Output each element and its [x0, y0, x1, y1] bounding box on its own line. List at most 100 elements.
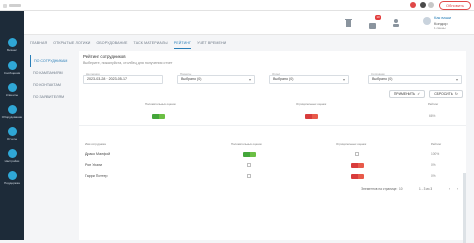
- negative-count-bg: [357, 174, 364, 179]
- projects-select[interactable]: Выбрано (0) ▾: [177, 75, 255, 84]
- negative-empty-box: [355, 152, 359, 156]
- col-header-negative: Отрицательных оценок: [336, 142, 367, 146]
- profile-dot-icon[interactable]: [420, 2, 426, 8]
- summary-rating-value: 66%: [429, 114, 436, 118]
- summary-positive-pill: [152, 114, 165, 119]
- check-icon: ✓: [417, 92, 421, 96]
- pagination-range: 1 - 3 из 3: [419, 187, 433, 191]
- sidebar-item-business[interactable]: Бизнес: [0, 38, 24, 52]
- menu-dot-icon[interactable]: [428, 2, 434, 8]
- summary-negative-pill: [305, 114, 318, 119]
- notifications-button[interactable]: 10: [368, 15, 381, 29]
- summary-positive-header: Положительных оценок: [145, 102, 176, 106]
- chart-icon: [7, 127, 17, 136]
- employee-rating: 0%: [431, 174, 436, 178]
- period-filter[interactable]: На период 2023-03-28 · 2023-05-17: [83, 71, 163, 85]
- employee-rating: 100%: [431, 152, 440, 156]
- sidebar-item-reports[interactable]: Отчеты: [0, 127, 24, 141]
- negative-count-bg: [357, 163, 364, 168]
- user-shift: 1 смены: [434, 26, 446, 30]
- tab-equipment[interactable]: ОБОРУДОВАНИЕ: [96, 41, 127, 49]
- subnav-by-contacts[interactable]: ПО КОНТАКТАМ: [30, 79, 76, 91]
- department-select[interactable]: Выбрано (0) ▾: [269, 75, 349, 84]
- pagination-prev-icon[interactable]: ‹: [449, 187, 450, 191]
- sidebar-item-label: Отчеты: [6, 137, 18, 141]
- sidebar-item-label: Сообщения: [3, 71, 21, 75]
- tab-title-placeholder: [9, 4, 21, 7]
- positive-empty-box: [247, 163, 251, 167]
- col-header-rating: Рейтинг: [431, 142, 442, 146]
- employee-select[interactable]: Выбрано (0) ▾: [368, 75, 462, 84]
- sidebar-item-label: Настройки: [4, 159, 20, 163]
- browser-tab[interactable]: [3, 1, 23, 10]
- settings-icon: [7, 149, 17, 158]
- sidebar-item-label: Клиенты: [5, 93, 19, 97]
- sidebar-item-equipment[interactable]: Оборудование: [0, 105, 24, 119]
- table-row[interactable]: Рон Уизли 0%: [79, 160, 466, 171]
- pagination-next-icon[interactable]: ›: [457, 187, 458, 191]
- reset-button-label: СБРОСИТЬ: [434, 92, 453, 96]
- summary-negative-count-bg: [311, 114, 318, 119]
- per-page-label: Элементов на странице:: [361, 187, 398, 191]
- sidebar-item-label: Поддержка: [4, 181, 20, 185]
- people-icon: [7, 83, 17, 92]
- briefcase-icon: [7, 38, 17, 47]
- sidebar-item-messages[interactable]: Сообщения: [0, 61, 24, 75]
- scrollbar[interactable]: [463, 173, 466, 243]
- positive-count-bg: [249, 152, 256, 157]
- apply-button-label: ПРИМЕНИТЬ: [393, 92, 416, 96]
- department-value: Выбрано (0): [273, 77, 294, 81]
- sidebar-item-clients[interactable]: Клиенты: [0, 83, 24, 97]
- sidebar-item-label: Оборудование: [1, 115, 23, 119]
- subnav-by-applicants[interactable]: ПО ЗАЯВИТЕЛЯМ: [30, 91, 76, 103]
- projects-value: Выбрано (0): [181, 77, 202, 81]
- period-input[interactable]: 2023-03-28 · 2023-05-17: [83, 75, 163, 84]
- projects-filter[interactable]: Проекты Выбрано (0) ▾: [177, 71, 255, 85]
- chevron-down-icon: ▾: [342, 77, 345, 82]
- main-tabs: ГЛАВНАЯ ОТКРЫТЫЕ ЛОГИКИ ОБОРУДОВАНИЕ ТАС…: [30, 41, 226, 49]
- tab-time-tracking[interactable]: УЧЁТ ВРЕМЕНИ: [197, 41, 226, 49]
- employee-rating: 0%: [431, 163, 436, 167]
- tab-rating[interactable]: РЕЙТИНГ: [173, 41, 192, 49]
- positive-pill: [243, 152, 256, 157]
- rating-subnav: ПО СОТРУДНИКАМ ПО КАМПАНИЯМ ПО КОНТАКТАМ…: [30, 55, 76, 103]
- trash-icon[interactable]: [344, 18, 353, 28]
- reset-button[interactable]: СБРОСИТЬ ↻: [429, 90, 463, 98]
- table-row[interactable]: Гарри Поттер 0%: [79, 171, 466, 182]
- sidebar-item-settings[interactable]: Настройки: [0, 149, 24, 163]
- browser-chrome: Обновить: [0, 0, 474, 11]
- employee-name: Гарри Поттер: [85, 174, 108, 178]
- subnav-by-campaigns[interactable]: ПО КАМПАНИЯМ: [30, 67, 76, 79]
- employee-value: Выбрано (0): [372, 77, 393, 81]
- avatar[interactable]: [423, 17, 431, 25]
- page-title: Рейтинг сотрудников: [83, 54, 126, 59]
- tab-home[interactable]: ГЛАВНАЯ: [30, 41, 47, 49]
- chat-icon: [7, 61, 17, 70]
- refresh-icon: ↻: [454, 92, 458, 96]
- top-header: 10 Как ваши Кондор 1 смены: [24, 11, 474, 35]
- employee-filter[interactable]: Сотрудник Выбрано (0) ▾: [368, 71, 462, 85]
- per-page-select[interactable]: 10: [399, 187, 403, 191]
- tab-task-materials[interactable]: ТАСК МАТЕРИАЛЫ: [134, 41, 168, 49]
- sidebar-item-support[interactable]: Поддержка: [0, 171, 24, 185]
- gear-icon: [7, 105, 17, 114]
- department-filter[interactable]: Отдел Выбрано (0) ▾: [269, 71, 349, 85]
- user-name[interactable]: Как ваши: [434, 15, 451, 20]
- subnav-by-employees[interactable]: ПО СОТРУДНИКАМ: [30, 55, 76, 67]
- summary-rating-header: Рейтинг: [428, 102, 439, 106]
- period-value: 2023-03-28 · 2023-05-17: [87, 77, 127, 81]
- summary-negative-header: Отрицательных оценок: [296, 102, 327, 106]
- col-header-name: Имя сотрудника: [85, 142, 106, 146]
- apply-button[interactable]: ПРИМЕНИТЬ ✓: [389, 90, 425, 98]
- tab-favicon-icon: [3, 3, 7, 8]
- notification-dot-icon[interactable]: [410, 2, 416, 8]
- add-user-icon[interactable]: [392, 18, 401, 28]
- update-pill[interactable]: Обновить: [439, 1, 471, 10]
- help-icon: [7, 171, 17, 180]
- col-header-positive: Положительных оценок: [231, 142, 262, 146]
- tab-open-logic[interactable]: ОТКРЫТЫЕ ЛОГИКИ: [53, 41, 90, 49]
- divider: [79, 125, 466, 126]
- table-row[interactable]: Драко Малфой 100%: [79, 149, 466, 160]
- negative-pill: [351, 163, 364, 168]
- summary-positive-count-bg: [158, 114, 165, 119]
